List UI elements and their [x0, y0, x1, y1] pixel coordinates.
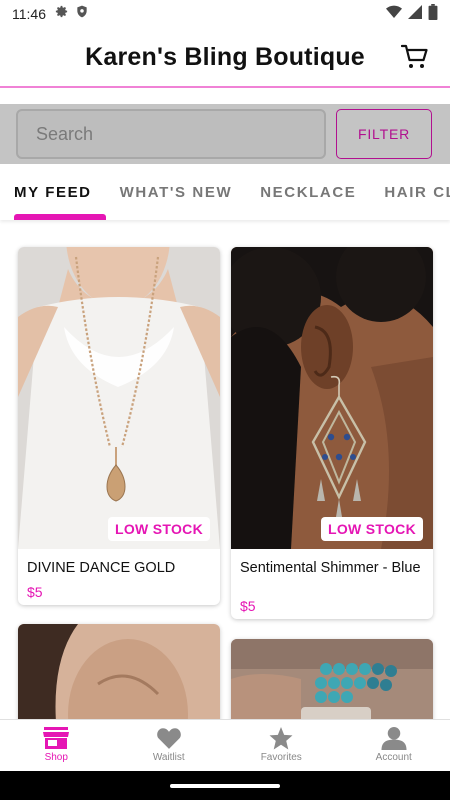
product-name: DIVINE DANCE GOLD	[27, 560, 176, 576]
product-image	[231, 247, 433, 549]
wifi-icon	[386, 5, 402, 24]
nav-account[interactable]: Account	[338, 720, 450, 771]
settings-gear-icon	[54, 4, 69, 24]
app-header: Karen's Bling Boutique	[0, 28, 450, 88]
search-bar: FILTER	[0, 104, 450, 164]
product-price: $5	[27, 584, 43, 600]
product-card[interactable]: LOW STOCK Sentimental Shimmer - Blue $5	[231, 247, 433, 619]
nav-shop[interactable]: Shop	[0, 720, 113, 771]
cart-button[interactable]	[400, 42, 430, 72]
shopping-cart-icon	[401, 44, 428, 68]
status-time: 11:46	[12, 6, 46, 22]
product-image	[18, 624, 220, 720]
tab-necklace[interactable]: NECKLACE	[246, 164, 370, 220]
star-icon	[269, 727, 293, 750]
product-card[interactable]	[231, 639, 433, 720]
product-image	[231, 639, 433, 720]
tab-hair-clips[interactable]: HAIR CLI	[370, 164, 450, 220]
tab-whats-new[interactable]: WHAT'S NEW	[106, 164, 247, 220]
product-image	[18, 247, 220, 549]
status-bar: 11:46	[0, 0, 450, 28]
page-title: Karen's Bling Boutique	[85, 42, 365, 71]
product-name: Sentimental Shimmer - Blue	[240, 560, 421, 576]
product-feed: LOW STOCK DIVINE DANCE GOLD $5 LOW STOCK…	[0, 220, 450, 720]
product-price: $5	[240, 598, 256, 614]
store-icon	[43, 727, 70, 749]
battery-icon	[428, 3, 438, 25]
product-card[interactable]: LOW STOCK DIVINE DANCE GOLD $5	[18, 247, 220, 605]
nav-account-label: Account	[375, 752, 412, 763]
account-icon	[381, 727, 407, 750]
filter-button[interactable]: FILTER	[336, 109, 432, 159]
cellular-signal-icon	[408, 4, 422, 24]
product-card[interactable]	[18, 624, 220, 720]
search-input[interactable]	[16, 109, 326, 159]
category-tabs: MY FEED WHAT'S NEW NECKLACE HAIR CLI	[0, 164, 450, 220]
shield-icon	[75, 4, 89, 24]
nav-shop-label: Shop	[44, 752, 68, 763]
nav-waitlist[interactable]: Waitlist	[113, 720, 226, 771]
nav-favorites-label: Favorites	[260, 752, 302, 763]
bottom-navigation: Shop Waitlist Favorites Account	[0, 719, 450, 771]
nav-favorites[interactable]: Favorites	[225, 720, 338, 771]
nav-waitlist-label: Waitlist	[152, 752, 185, 763]
low-stock-badge: LOW STOCK	[321, 517, 423, 541]
low-stock-badge: LOW STOCK	[108, 517, 210, 541]
heart-icon	[156, 728, 181, 749]
home-gesture-handle[interactable]	[170, 783, 280, 788]
system-navigation-bar	[0, 771, 450, 800]
tab-my-feed[interactable]: MY FEED	[0, 164, 106, 220]
